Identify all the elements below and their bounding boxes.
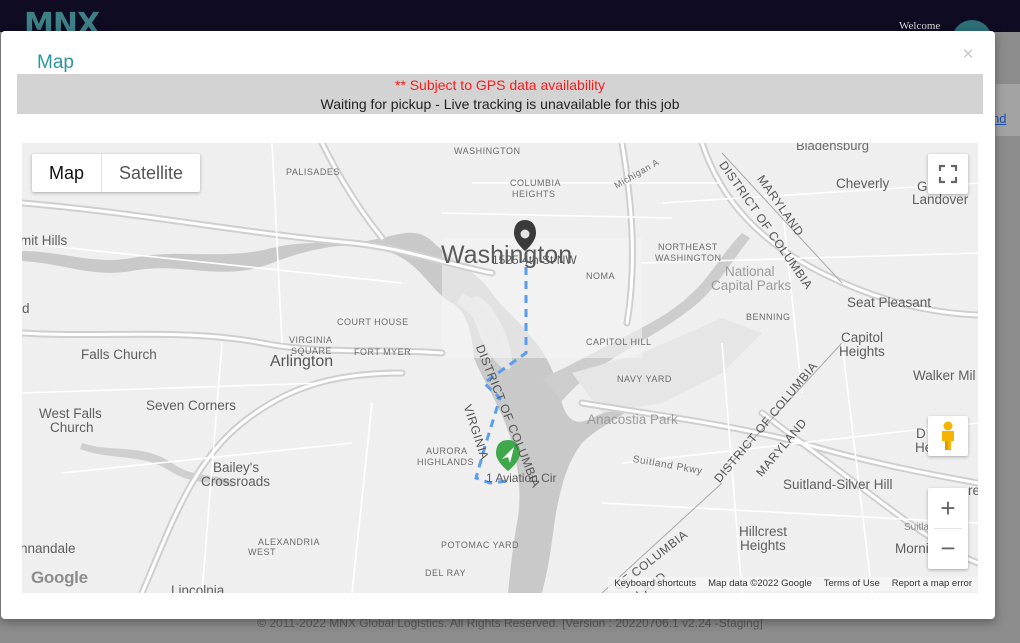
map-attribution: Keyboard shortcuts Map data ©2022 Google…	[608, 577, 978, 591]
terms-link[interactable]: Terms of Use	[818, 577, 886, 591]
map-label: mit Hills	[22, 233, 68, 248]
map-label: Cheverly	[836, 176, 890, 191]
map-label: Anacostia Park	[587, 412, 678, 427]
zoom-in-button[interactable]: +	[928, 488, 968, 528]
page-side-panel	[996, 84, 1020, 136]
map-canvas[interactable]: WASHINGTON Bladensburg COLUMBIA HEIGHTS …	[22, 143, 978, 593]
tracking-status: Waiting for pickup - Live tracking is un…	[320, 96, 680, 112]
map-label: FORT MYER	[354, 347, 412, 357]
zoom-control: + −	[928, 488, 968, 569]
map-label: Church	[50, 420, 94, 435]
map-label: Falls Church	[81, 347, 157, 362]
map-label: d	[22, 301, 30, 316]
map-label: WEST	[248, 547, 276, 557]
zoom-out-button[interactable]: −	[928, 529, 968, 569]
map-label: POTOMAC YARD	[441, 540, 520, 550]
modal-title: Map	[37, 52, 74, 73]
map-label: National	[725, 264, 775, 279]
map-label: Arlington	[270, 353, 334, 370]
street-view-button[interactable]	[928, 416, 968, 456]
map-label: nnandale	[22, 541, 76, 556]
map-label: Bladensburg	[796, 143, 869, 153]
fullscreen-button[interactable]	[928, 154, 968, 194]
map-label: PALISADES	[286, 167, 340, 177]
map-basemap	[22, 143, 978, 593]
map-label: DEL RAY	[425, 568, 467, 578]
map-label: Suitla	[904, 522, 930, 533]
keyboard-shortcuts-link[interactable]: Keyboard shortcuts	[608, 577, 702, 591]
map-label: HIGHLANDS	[417, 457, 475, 467]
fullscreen-icon	[938, 164, 958, 184]
map-label: re	[968, 483, 978, 498]
map-label: Bailey's	[213, 460, 260, 475]
map-label: WASHINGTON	[454, 146, 521, 156]
map-label: West Falls	[39, 406, 102, 421]
map-label: Heights	[740, 538, 786, 553]
map-label: 1 Aviation Cir	[486, 471, 557, 485]
map-label: Seven Corners	[146, 398, 237, 413]
app-header: MNX Welcome	[0, 0, 1020, 60]
map-label: CAPITOL HILL	[586, 337, 652, 347]
map-type-control: Map Satellite	[32, 154, 201, 192]
map-label: HEIGHTS	[512, 189, 556, 199]
pegman-icon	[942, 421, 954, 450]
google-logo[interactable]: Google	[31, 568, 88, 588]
map-label: Landover	[912, 192, 969, 207]
map-label: COURT HOUSE	[337, 317, 409, 327]
map-label: Crossroads	[201, 474, 271, 489]
map-type-satellite-button[interactable]: Satellite	[101, 154, 200, 192]
map-label: Heights	[839, 344, 885, 359]
map-data-text: Map data ©2022 Google	[708, 578, 812, 589]
report-error-link[interactable]: Report a map error	[886, 577, 978, 591]
map-label: Seat Pleasant	[847, 295, 932, 310]
map-type-map-button[interactable]: Map	[32, 154, 101, 192]
map-label: Walker Mil	[913, 368, 976, 383]
map-label: Hillcrest	[739, 524, 788, 539]
map-label: 1525 4th St NW	[492, 253, 577, 267]
map-label: Capitol	[841, 330, 884, 345]
map-label: D	[916, 426, 926, 441]
map-label: NAVY YARD	[617, 374, 672, 384]
map-modal: Map × ** Subject to GPS data availabilit…	[1, 31, 995, 619]
map-label: BENNING	[746, 312, 791, 322]
gps-warning: ** Subject to GPS data availability	[394, 77, 606, 93]
close-icon[interactable]: ×	[959, 45, 977, 64]
map-label: Morni	[895, 541, 929, 556]
map-label: Lincolnia	[171, 583, 225, 593]
map-label: NOMA	[586, 271, 615, 281]
map-label: WASHINGTON	[655, 253, 722, 263]
map-label: Suitland-Silver Hill	[783, 477, 893, 492]
tracking-notice: ** Subject to GPS data availability Wait…	[17, 74, 983, 114]
map-label: Capital Parks	[711, 278, 792, 293]
